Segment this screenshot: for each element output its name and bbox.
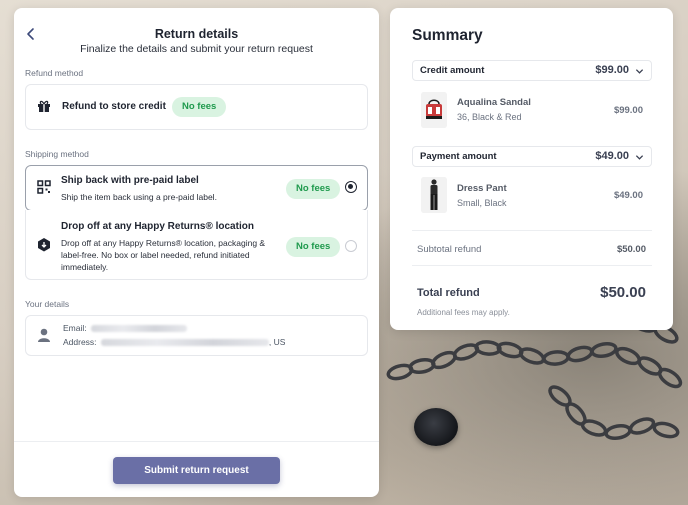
credit-amount-label: Credit amount bbox=[420, 65, 485, 76]
your-details-label: Your details bbox=[25, 299, 70, 309]
page-subtitle: Finalize the details and submit your ret… bbox=[80, 43, 313, 55]
credit-item-name: Aqualina Sandal bbox=[457, 97, 531, 108]
credit-amount-value: $99.00 bbox=[595, 64, 629, 76]
chevron-down-icon bbox=[635, 155, 644, 160]
summary-divider bbox=[412, 230, 652, 231]
summary-divider bbox=[412, 265, 652, 266]
dropoff-fee-badge: No fees bbox=[286, 237, 341, 257]
total-value: $50.00 bbox=[600, 284, 646, 301]
chain-decoration bbox=[386, 309, 683, 441]
payment-amount-toggle[interactable]: Payment amount $49.00 bbox=[412, 146, 652, 167]
submit-return-button[interactable]: Submit return request bbox=[113, 457, 280, 484]
box-drop-icon bbox=[38, 238, 50, 252]
refund-fee-badge: No fees bbox=[172, 97, 227, 117]
prepaid-fee-badge: No fees bbox=[286, 179, 341, 199]
payment-amount-value: $49.00 bbox=[595, 150, 629, 162]
credit-item-meta: 36, Black & Red bbox=[457, 112, 522, 122]
payment-amount-label: Payment amount bbox=[420, 151, 497, 162]
chevron-down-icon bbox=[635, 69, 644, 74]
page-title: Return details bbox=[154, 27, 239, 41]
summary-title: Summary bbox=[412, 27, 483, 44]
fees-note: Additional fees may apply. bbox=[417, 308, 510, 317]
email-line: Email: bbox=[63, 323, 187, 333]
subtotal-value: $50.00 bbox=[616, 244, 646, 255]
sandal-thumbnail bbox=[421, 92, 447, 128]
dropoff-option-title: Drop off at any Happy Returns® location bbox=[61, 221, 254, 232]
coat-button-decoration bbox=[414, 408, 458, 446]
your-details-card bbox=[25, 315, 368, 356]
user-icon bbox=[38, 328, 50, 342]
prepaid-radio[interactable] bbox=[345, 181, 357, 193]
refund-option-label: Refund to store credit bbox=[62, 101, 166, 112]
email-label: Email: bbox=[63, 323, 87, 333]
total-label: Total refund bbox=[417, 287, 480, 299]
refund-method-label: Refund method bbox=[25, 68, 84, 78]
address-line: Address: , US bbox=[63, 337, 285, 347]
gift-icon bbox=[38, 100, 50, 112]
subtotal-label: Subtotal refund bbox=[417, 244, 482, 255]
credit-item-price: $99.00 bbox=[613, 105, 643, 116]
address-redacted bbox=[100, 339, 269, 347]
email-redacted bbox=[91, 325, 187, 333]
qr-code-icon bbox=[37, 180, 51, 194]
address-label: Address: bbox=[63, 337, 97, 347]
address-country: , US bbox=[268, 337, 286, 347]
summary-panel: Summary Credit amount $99.00 Payment amo… bbox=[390, 8, 673, 330]
dropoff-option-description: Drop off at any Happy Returns® location,… bbox=[61, 238, 266, 272]
credit-amount-toggle[interactable]: Credit amount $99.00 bbox=[412, 60, 652, 81]
dropoff-radio[interactable] bbox=[345, 240, 357, 252]
payment-item-meta: Small, Black bbox=[457, 198, 507, 208]
shipping-method-label: Shipping method bbox=[25, 149, 89, 159]
prepaid-option-description: Ship the item back using a pre-paid labe… bbox=[61, 192, 217, 202]
prepaid-option-title: Ship back with pre-paid label bbox=[61, 175, 199, 186]
payment-item-name: Dress Pant bbox=[457, 183, 507, 194]
pant-thumbnail bbox=[421, 177, 447, 213]
footer-divider bbox=[14, 441, 379, 442]
payment-item-price: $49.00 bbox=[613, 190, 643, 201]
